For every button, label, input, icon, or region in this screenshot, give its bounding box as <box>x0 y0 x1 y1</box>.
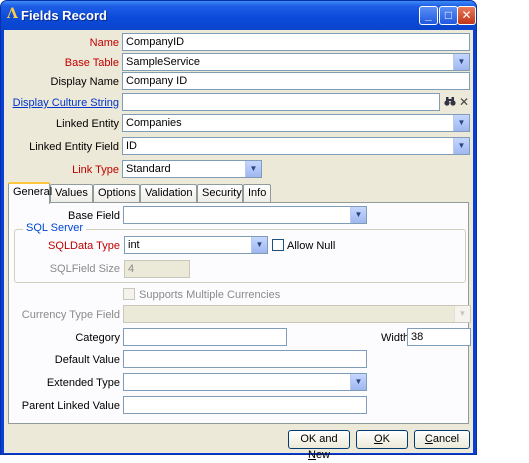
default-value-label: Default Value <box>54 354 120 366</box>
linked-entity-field-select[interactable]: ID ▼ <box>122 137 470 155</box>
category-input[interactable] <box>123 328 287 346</box>
sql-server-group-title: SQL Server <box>23 222 87 234</box>
base-table-select[interactable]: SampleService ▼ <box>122 53 470 71</box>
currency-type-field-select[interactable]: ▼ <box>123 305 471 323</box>
allow-null-checkbox[interactable] <box>272 239 284 251</box>
ok-text-end: K <box>382 433 390 445</box>
supports-multiple-currencies-label: Supports Multiple Currencies <box>139 289 281 301</box>
close-button[interactable]: ✕ <box>457 6 476 25</box>
base-field-label: Base Field <box>68 210 120 222</box>
ok-accesskey: O <box>374 433 383 445</box>
tab-info[interactable]: Info <box>243 184 271 203</box>
linked-entity-label: Linked Entity <box>56 118 119 130</box>
chevron-down-icon[interactable]: ▼ <box>454 306 470 322</box>
ok-and-new-button[interactable]: OK and New <box>288 430 350 461</box>
link-type-select[interactable]: Standard ▼ <box>122 160 262 178</box>
cancel-button[interactable]: Cancel <box>414 430 470 449</box>
base-table-value: SampleService <box>126 56 200 68</box>
parent-linked-value-label: Parent Linked Value <box>21 400 120 412</box>
parent-linked-value-input[interactable] <box>123 396 367 414</box>
general-tab-panel: Base Field ▼ SQL Server SQLData Type int… <box>8 202 471 424</box>
binoculars-icon[interactable] <box>444 95 456 109</box>
sql-data-type-select[interactable]: int ▼ <box>124 236 268 254</box>
chevron-down-icon[interactable]: ▼ <box>453 138 469 154</box>
tab-security[interactable]: Security <box>197 184 243 203</box>
app-logo-icon: Λ <box>7 6 18 22</box>
maximize-button[interactable]: □ <box>439 6 458 25</box>
minimize-button[interactable]: _ <box>419 6 438 25</box>
default-value-input[interactable] <box>123 350 367 368</box>
tab-values[interactable]: Values <box>50 184 93 203</box>
ok-button[interactable]: OK <box>356 430 408 449</box>
chevron-down-icon[interactable]: ▼ <box>453 115 469 131</box>
link-type-label: Link Type <box>72 164 119 176</box>
ok-and-new-text-end: ew <box>315 449 330 461</box>
linked-entity-select[interactable]: Companies ▼ <box>122 114 470 132</box>
tab-options[interactable]: Options <box>93 184 140 203</box>
allow-null-label: Allow Null <box>287 240 336 252</box>
extended-type-select[interactable]: ▼ <box>123 373 367 391</box>
name-input[interactable]: CompanyID <box>122 33 470 51</box>
cancel-accesskey: C <box>424 433 433 445</box>
sql-server-group: SQL Server SQLData Type int ▼ Allow Null … <box>14 222 466 283</box>
ok-and-new-text: OK and <box>300 433 338 445</box>
width-value: 38 <box>411 331 424 343</box>
display-name-label: Display Name <box>50 76 119 88</box>
extended-type-label: Extended Type <box>46 377 120 389</box>
linked-entity-value: Companies <box>126 117 182 129</box>
base-table-label: Base Table <box>64 57 119 69</box>
base-field-select[interactable]: ▼ <box>123 206 367 224</box>
link-type-value: Standard <box>126 163 171 175</box>
linked-entity-field-value: ID <box>126 140 137 152</box>
supports-multiple-currencies-checkbox[interactable] <box>123 288 135 300</box>
form-client-area: Name CompanyID Base Table SampleService ▼… <box>4 30 473 461</box>
chevron-down-icon[interactable]: ▼ <box>245 161 261 177</box>
chevron-down-icon[interactable]: ▼ <box>350 374 366 390</box>
display-culture-string-input[interactable] <box>122 93 440 111</box>
chevron-down-icon[interactable]: ▼ <box>350 207 366 223</box>
tab-general[interactable]: General <box>8 182 52 204</box>
linked-entity-field-label: Linked Entity Field <box>29 141 119 153</box>
sql-field-size-input[interactable]: 4 <box>124 260 190 278</box>
close-icon: ✕ <box>461 8 472 22</box>
name-value: CompanyID <box>126 36 185 48</box>
cancel-text-end: ancel <box>432 433 460 445</box>
chevron-down-icon[interactable]: ▼ <box>251 237 267 253</box>
maximize-icon: □ <box>444 8 453 22</box>
display-name-input[interactable]: Company ID <box>122 72 470 90</box>
minimize-icon: _ <box>425 8 432 22</box>
currency-type-field-label: Currency Type Field <box>21 309 120 321</box>
name-label: Name <box>89 37 119 49</box>
sql-data-type-label: SQLData Type <box>48 240 120 252</box>
width-label: Width <box>381 332 410 344</box>
display-culture-string-link[interactable]: Display Culture String <box>4 97 119 109</box>
display-name-value: Company ID <box>126 75 188 87</box>
category-label: Category <box>75 332 120 344</box>
width-input[interactable]: 38 <box>407 328 471 346</box>
sql-data-type-value: int <box>128 239 140 251</box>
sql-field-size-label: SQLField Size <box>49 263 120 275</box>
chevron-down-icon[interactable]: ▼ <box>453 54 469 70</box>
title-bar[interactable]: Λ Fields Record _ □ ✕ <box>1 1 476 30</box>
ok-and-new-accesskey: N <box>307 449 316 461</box>
fields-record-window: Λ Fields Record _ □ ✕ Name CompanyID Bas… <box>0 0 477 461</box>
tab-validation[interactable]: Validation <box>140 184 197 203</box>
window-title: Fields Record <box>21 8 107 23</box>
sql-field-size-value: 4 <box>128 263 135 275</box>
clear-x-icon[interactable]: ✕ <box>458 95 470 109</box>
